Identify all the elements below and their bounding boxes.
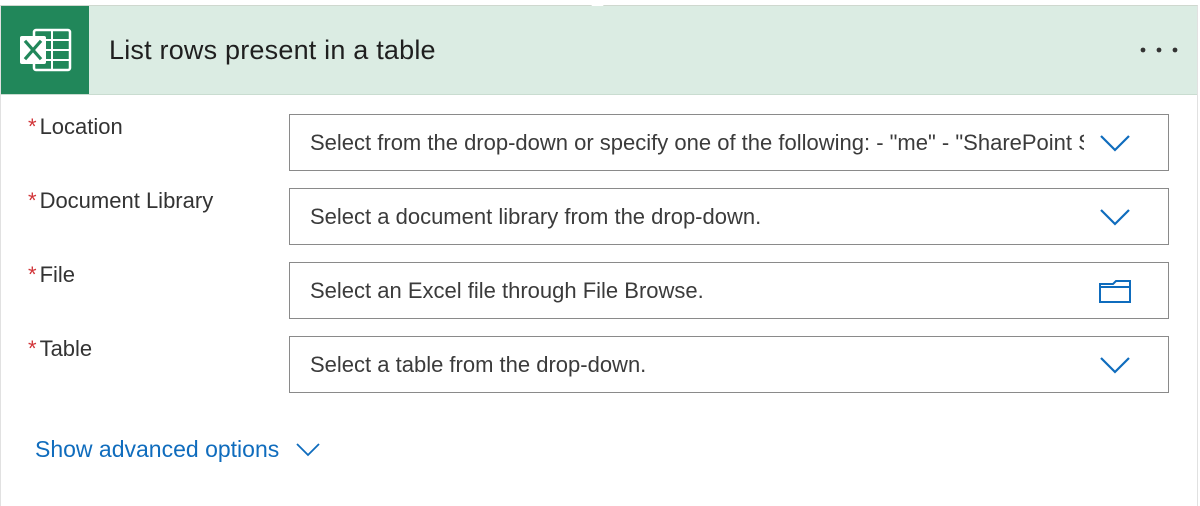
file-placeholder: Select an Excel file through File Browse… [310,277,704,303]
show-advanced-options-label[interactable]: Show advanced options [35,436,279,463]
chevron-down-icon[interactable] [1098,128,1132,158]
field-row-document-library: * Document Library Select a document libr… [1,168,1197,245]
field-row-table: * Table Select a table from the drop-down… [1,316,1197,393]
field-label-location: * Location [28,114,123,140]
table-placeholder: Select a table from the drop-down. [310,351,647,377]
location-dropdown[interactable]: Select from the drop-down or specify one… [289,114,1169,171]
field-label-text: File [39,262,76,287]
field-label-table: * Table [28,336,92,362]
required-marker: * [28,262,37,287]
chevron-down-icon[interactable] [295,440,321,460]
field-label-file: * File [28,262,75,288]
action-title: List rows present in a table [109,34,436,65]
location-placeholder: Select from the drop-down or specify one… [310,129,1084,155]
file-picker-field[interactable]: Select an Excel file through File Browse… [289,262,1169,319]
field-label-text: Location [39,114,123,139]
field-label-text: Table [39,336,93,361]
document-library-dropdown[interactable]: Select a document library from the drop-… [289,188,1169,245]
field-label-text: Document Library [39,188,214,213]
action-header[interactable]: List rows present in a table [1,6,1197,95]
field-row-location: * Location Select from the drop-down or s… [1,94,1197,171]
action-card: List rows present in a table * Location S… [0,0,1198,506]
folder-icon[interactable] [1098,276,1132,306]
required-marker: * [28,188,37,213]
more-options-icon [1140,47,1178,53]
excel-icon [1,6,89,94]
chevron-down-icon[interactable] [1098,202,1132,232]
field-label-document-library: * Document Library [28,188,213,214]
required-marker: * [28,114,37,139]
document-library-placeholder: Select a document library from the drop-… [310,203,762,229]
show-advanced-options-toggle[interactable]: Show advanced options [35,436,321,463]
chevron-down-icon[interactable] [1098,350,1132,380]
field-row-file: * File Select an Excel file through File … [1,242,1197,319]
more-options-button[interactable] [1137,36,1181,64]
table-dropdown[interactable]: Select a table from the drop-down. [289,336,1169,393]
required-marker: * [28,336,37,361]
